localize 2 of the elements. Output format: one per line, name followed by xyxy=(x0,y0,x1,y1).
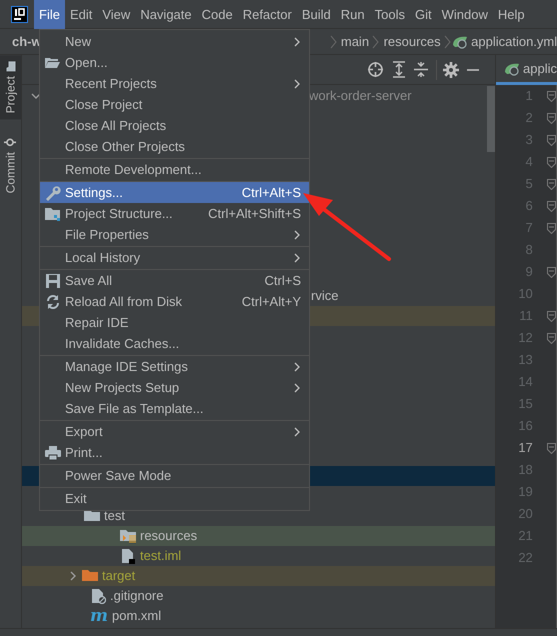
maven-icon: m xyxy=(90,608,108,624)
line-number: 17 xyxy=(517,439,534,457)
